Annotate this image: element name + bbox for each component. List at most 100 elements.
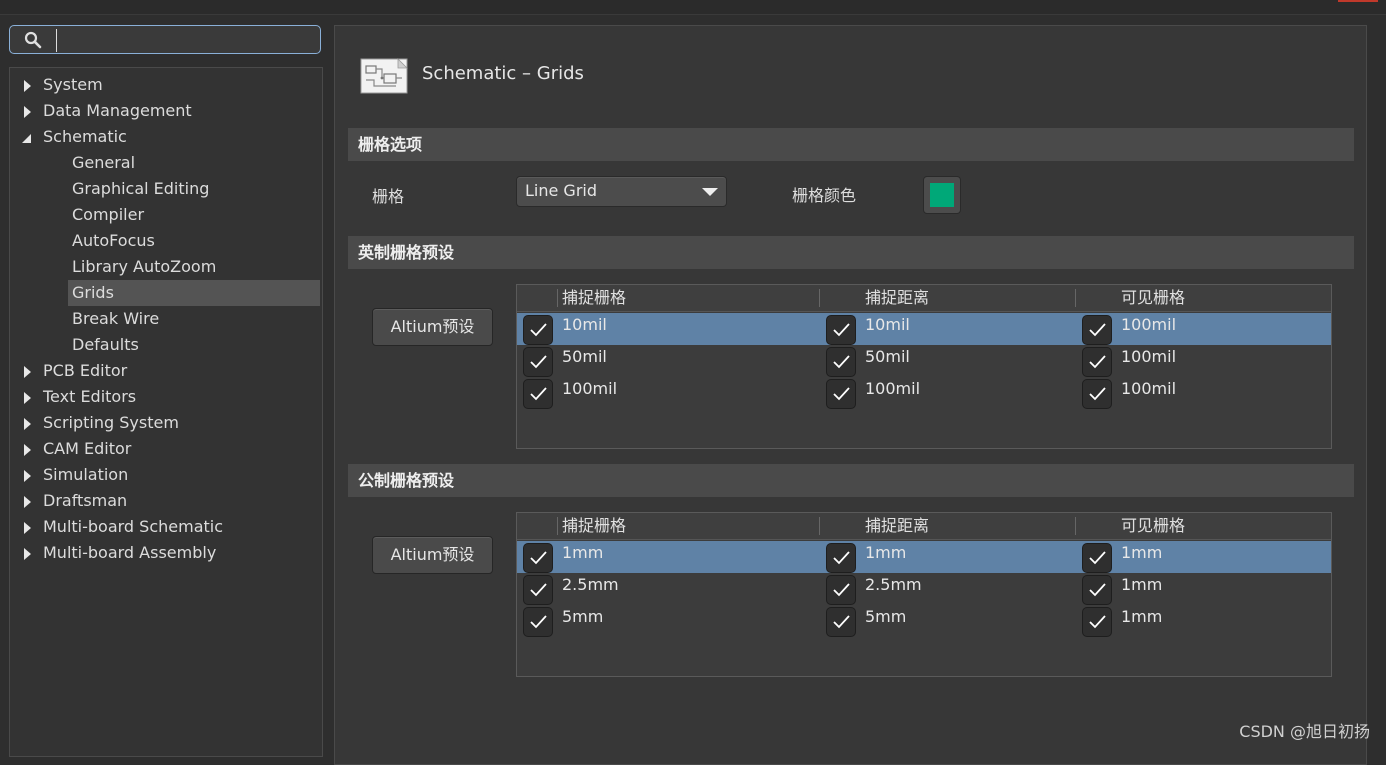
column-header-snap-distance[interactable]: 捕捉距离 bbox=[865, 513, 929, 539]
tree-item-data-management[interactable]: Data Management bbox=[10, 98, 320, 124]
distance-checkbox[interactable] bbox=[826, 575, 856, 605]
section-header-grid-options: 栅格选项 bbox=[348, 128, 1354, 161]
tree-item-simulation[interactable]: Simulation bbox=[10, 462, 320, 488]
snap-distance-value: 5mm bbox=[865, 607, 907, 626]
tree-item-label: Data Management bbox=[43, 101, 192, 120]
expand-arrow-icon[interactable] bbox=[24, 392, 31, 404]
snap-checkbox[interactable] bbox=[523, 543, 553, 573]
column-header-snap-grid[interactable]: 捕捉栅格 bbox=[562, 285, 626, 311]
tree-item-cam-editor[interactable]: CAM Editor bbox=[10, 436, 320, 462]
visible-checkbox[interactable] bbox=[1082, 543, 1112, 573]
distance-checkbox[interactable] bbox=[826, 607, 856, 637]
expand-arrow-icon[interactable] bbox=[24, 366, 31, 378]
column-divider bbox=[557, 289, 558, 307]
snap-checkbox[interactable] bbox=[523, 315, 553, 345]
tree-item-label: Defaults bbox=[72, 335, 139, 354]
tree-item-label: Scripting System bbox=[43, 413, 179, 432]
column-header-snap-grid[interactable]: 捕捉栅格 bbox=[562, 513, 626, 539]
column-divider bbox=[1075, 517, 1076, 535]
snap-checkbox[interactable] bbox=[523, 379, 553, 409]
tree-item-multi-board-schematic[interactable]: Multi-board Schematic bbox=[10, 514, 320, 540]
distance-checkbox[interactable] bbox=[826, 543, 856, 573]
checkmark-icon bbox=[1089, 387, 1106, 401]
expand-arrow-icon[interactable] bbox=[24, 522, 31, 534]
tree-item-label: Break Wire bbox=[72, 309, 160, 328]
snap-checkbox[interactable] bbox=[523, 575, 553, 605]
expand-arrow-icon[interactable] bbox=[24, 418, 31, 430]
grid-color-picker[interactable] bbox=[923, 176, 961, 214]
collapse-arrow-icon[interactable] bbox=[22, 134, 31, 143]
snap-checkbox[interactable] bbox=[523, 347, 553, 377]
tree-item-label: Library AutoZoom bbox=[72, 257, 217, 276]
expand-arrow-icon[interactable] bbox=[24, 470, 31, 482]
search-input[interactable] bbox=[56, 29, 318, 52]
tree-item-grids[interactable]: Grids bbox=[10, 280, 320, 306]
snap-grid-value: 1mm bbox=[562, 543, 604, 562]
tree-item-break-wire[interactable]: Break Wire bbox=[10, 306, 320, 332]
grid-color-label: 栅格颜色 bbox=[792, 186, 857, 205]
column-divider bbox=[819, 289, 820, 307]
expand-arrow-icon[interactable] bbox=[24, 444, 31, 456]
checkmark-icon bbox=[833, 583, 850, 597]
tree-item-label: Schematic bbox=[43, 127, 127, 146]
grid-type-dropdown[interactable]: Line Grid bbox=[516, 176, 727, 207]
column-divider bbox=[557, 517, 558, 535]
tree-item-label: Grids bbox=[72, 283, 114, 302]
tree-item-label: Graphical Editing bbox=[72, 179, 210, 198]
visible-grid-value: 100mil bbox=[1121, 315, 1177, 334]
table-row[interactable]: 10mil 10mil 100mil bbox=[517, 313, 1331, 345]
visible-checkbox[interactable] bbox=[1082, 607, 1112, 637]
distance-checkbox[interactable] bbox=[826, 347, 856, 377]
tree-item-graphical-editing[interactable]: Graphical Editing bbox=[10, 176, 320, 202]
column-header-snap-distance[interactable]: 捕捉距离 bbox=[865, 285, 929, 311]
snap-grid-value: 5mm bbox=[562, 607, 604, 626]
tree-item-system[interactable]: System bbox=[10, 72, 320, 98]
table-row[interactable]: 2.5mm 2.5mm 1mm bbox=[517, 573, 1331, 605]
table-row[interactable]: 100mil 100mil 100mil bbox=[517, 377, 1331, 409]
visible-checkbox[interactable] bbox=[1082, 315, 1112, 345]
visible-checkbox[interactable] bbox=[1082, 575, 1112, 605]
table-row[interactable]: 5mm 5mm 1mm bbox=[517, 605, 1331, 637]
tree-item-label: General bbox=[72, 153, 136, 172]
checkmark-icon bbox=[833, 323, 850, 337]
tree-item-multi-board-assembly[interactable]: Multi-board Assembly bbox=[10, 540, 320, 566]
snap-checkbox[interactable] bbox=[523, 607, 553, 637]
grid-type-value: Line Grid bbox=[525, 181, 598, 200]
tree-item-scripting-system[interactable]: Scripting System bbox=[10, 410, 320, 436]
search-box[interactable] bbox=[9, 25, 321, 54]
search-icon bbox=[24, 31, 42, 49]
close-button-edge[interactable] bbox=[1338, 0, 1378, 2]
imperial-altium-presets-button[interactable]: Altium预设 bbox=[372, 308, 493, 346]
tree-item-library-autozoom[interactable]: Library AutoZoom bbox=[10, 254, 320, 280]
tree-item-draftsman[interactable]: Draftsman bbox=[10, 488, 320, 514]
visible-grid-value: 100mil bbox=[1121, 347, 1177, 366]
snap-distance-value: 100mil bbox=[865, 379, 921, 398]
tree-item-compiler[interactable]: Compiler bbox=[10, 202, 320, 228]
table-row[interactable]: 1mm 1mm 1mm bbox=[517, 541, 1331, 573]
distance-checkbox[interactable] bbox=[826, 315, 856, 345]
tree-item-label: Text Editors bbox=[43, 387, 137, 406]
visible-checkbox[interactable] bbox=[1082, 379, 1112, 409]
visible-grid-value: 1mm bbox=[1121, 575, 1163, 594]
tree-item-text-editors[interactable]: Text Editors bbox=[10, 384, 320, 410]
tree-item-pcb-editor[interactable]: PCB Editor bbox=[10, 358, 320, 384]
expand-arrow-icon[interactable] bbox=[24, 496, 31, 508]
tree-item-defaults[interactable]: Defaults bbox=[10, 332, 320, 358]
visible-grid-value: 1mm bbox=[1121, 607, 1163, 626]
visible-checkbox[interactable] bbox=[1082, 347, 1112, 377]
checkmark-icon bbox=[1089, 355, 1106, 369]
tree-item-general[interactable]: General bbox=[10, 150, 320, 176]
expand-arrow-icon[interactable] bbox=[24, 548, 31, 560]
tree-item-schematic[interactable]: Schematic bbox=[10, 124, 320, 150]
expand-arrow-icon[interactable] bbox=[24, 106, 31, 118]
column-header-visible-grid[interactable]: 可见栅格 bbox=[1121, 513, 1185, 539]
table-row[interactable]: 50mil 50mil 100mil bbox=[517, 345, 1331, 377]
column-header-visible-grid[interactable]: 可见栅格 bbox=[1121, 285, 1185, 311]
snap-grid-value: 100mil bbox=[562, 379, 618, 398]
distance-checkbox[interactable] bbox=[826, 379, 856, 409]
metric-altium-presets-button[interactable]: Altium预设 bbox=[372, 536, 493, 574]
tree-item-autofocus[interactable]: AutoFocus bbox=[10, 228, 320, 254]
snap-grid-value: 2.5mm bbox=[562, 575, 619, 594]
table-header: 捕捉栅格 捕捉距离 可见栅格 bbox=[517, 285, 1331, 312]
expand-arrow-icon[interactable] bbox=[24, 80, 31, 92]
